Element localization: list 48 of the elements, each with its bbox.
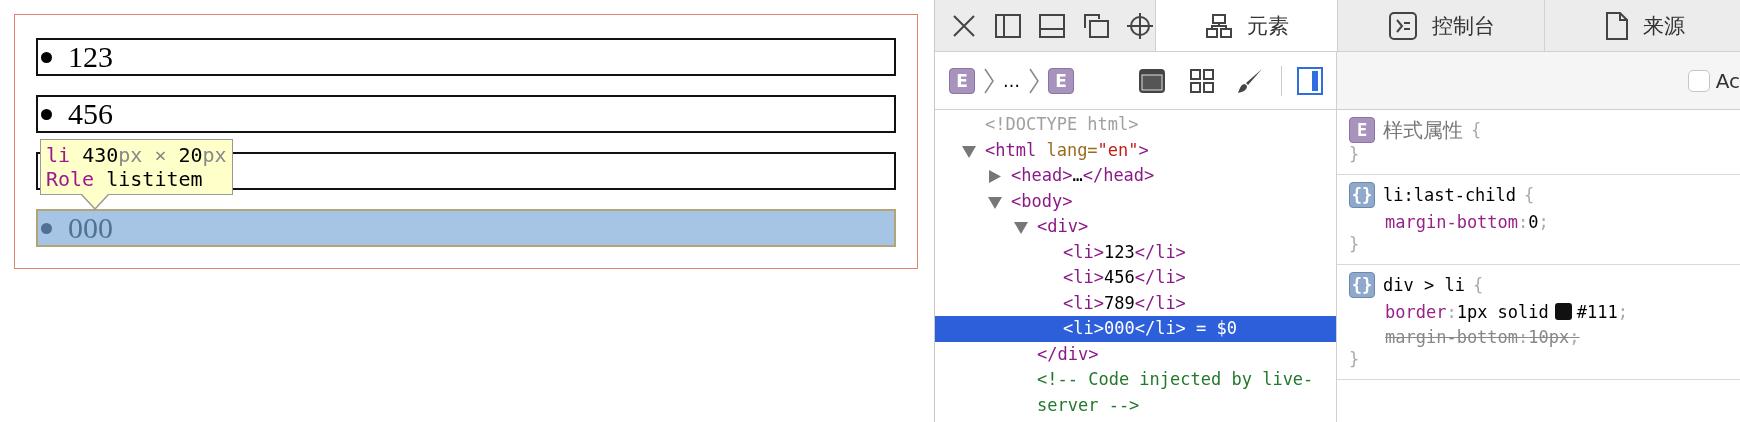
rule-selector: 样式属性 (1383, 116, 1463, 144)
dom-node[interactable]: <body> (935, 188, 1336, 214)
devtools-tab[interactable]: 元素 (1155, 0, 1337, 51)
rule-selector: div > li (1383, 275, 1465, 295)
expanded-triangle-icon[interactable] (962, 144, 976, 158)
open-brace: { (1471, 120, 1482, 140)
dom-node[interactable]: </div> (935, 341, 1336, 367)
checkbox[interactable] (1687, 69, 1710, 92)
expanded-triangle-icon[interactable] (1014, 221, 1028, 234)
breadcrumb-ellipsis[interactable]: … (1003, 70, 1020, 91)
style-property[interactable]: margin-bottom:10px; (1349, 324, 1730, 349)
console-icon (1387, 10, 1418, 41)
document-icon (1604, 10, 1629, 41)
bullet-icon (41, 108, 52, 120)
chevron-icon (1028, 66, 1040, 95)
dom-node[interactable]: <li>123</li> (935, 239, 1336, 265)
style-property[interactable]: margin-bottom:0; (1349, 209, 1730, 234)
dom-node[interactable]: <li>000</li> = $0 (935, 316, 1336, 342)
expanded-triangle-icon[interactable] (988, 195, 1002, 209)
chevron-icon (983, 66, 995, 95)
close-brace: } (1349, 144, 1361, 166)
list-item-text: 000 (68, 213, 113, 243)
tooltip-arrow (81, 194, 109, 210)
dom-node[interactable]: <head>…</head> (935, 163, 1336, 189)
elements-icon (1204, 11, 1233, 40)
style-property[interactable]: border:1px solid #111; (1349, 299, 1730, 324)
list-item-text: 123 (68, 42, 113, 72)
dom-node[interactable]: <li>456</li> (935, 265, 1336, 291)
bullet-icon (41, 222, 52, 234)
open-brace: { (1472, 275, 1484, 295)
dom-node[interactable]: <html lang="en"> (935, 137, 1336, 163)
rule-selector: li:last-child (1383, 185, 1517, 205)
dom-node[interactable]: <!-- Code injected by live-server --> (935, 367, 1336, 418)
collapsed-triangle-icon[interactable] (988, 170, 1002, 183)
close-brace: } (1349, 234, 1361, 256)
window-icon[interactable] (1137, 66, 1167, 95)
element-badge: E (1349, 117, 1375, 143)
crosshair-icon[interactable] (1125, 10, 1155, 41)
dom-node[interactable]: <div> (935, 214, 1336, 240)
sidebar-toggle-icon[interactable] (1296, 65, 1324, 96)
stylesheet-badge: {} (1349, 272, 1375, 298)
checkbox-label[interactable]: Ac (1715, 68, 1740, 93)
dom-node[interactable]: <li>789</li> (935, 290, 1336, 316)
close-brace: } (1349, 349, 1361, 371)
bullet-icon (41, 51, 52, 63)
open-brace: { (1524, 185, 1535, 205)
list-item-text: 456 (68, 99, 113, 129)
stylesheet-badge: {} (1349, 182, 1375, 208)
